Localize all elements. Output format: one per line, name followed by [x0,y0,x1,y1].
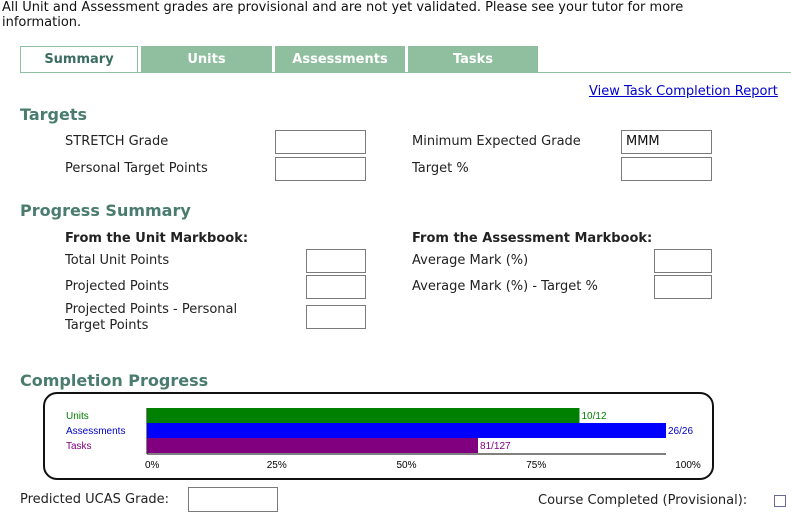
bar-units [147,408,580,423]
category-label-tasks: Tasks [66,441,92,452]
x-tick-label: 50% [396,460,416,471]
provisional-notice: All Unit and Assessment grades are provi… [2,0,684,30]
x-tick-label: 75% [526,460,546,471]
summary-panel: View Task Completion Report Targets STRE… [0,73,791,519]
completion-chart: Units 10/12 Assessments 26/26 Tasks 81/127 0% 2… [66,408,701,471]
x-tick-label: 100% [675,460,701,471]
value-label-units: 10/12 [582,411,607,422]
category-label-units: Units [66,411,89,422]
x-tick-label: 25% [267,460,287,471]
course-completed-checkbox[interactable] [774,495,786,507]
course-completed-label: Course Completed (Provisional): [538,493,748,508]
x-tick-label: 0% [145,460,160,471]
tab-summary[interactable]: Summary [20,46,138,73]
value-label-assessments: 26/26 [668,426,693,437]
tab-bar: Summary Units Assessments Tasks [20,46,541,73]
predicted-ucas-label: Predicted UCAS Grade: [20,492,170,507]
predicted-ucas-field [188,487,278,512]
value-label-tasks: 81/127 [480,441,511,452]
tab-tasks[interactable]: Tasks [408,46,538,72]
bar-assessments [147,423,666,438]
category-label-assessments: Assessments [66,426,125,437]
tab-units[interactable]: Units [141,46,272,72]
tab-assessments[interactable]: Assessments [275,46,405,72]
bar-tasks [147,438,479,453]
